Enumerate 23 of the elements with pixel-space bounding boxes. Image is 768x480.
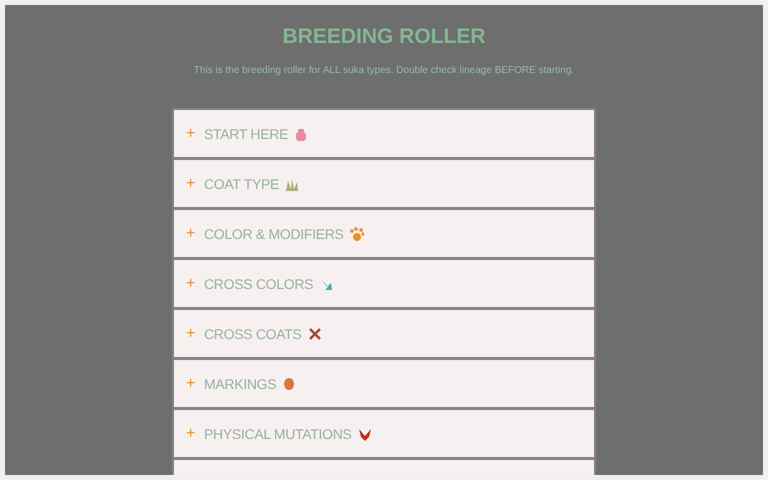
accordion-header[interactable]: + START HERE — [174, 110, 594, 157]
toggle-icon: + — [186, 324, 198, 342]
page-subtitle: This is the breeding roller for ALL suka types. Double check lineage BEFORE starting. — [194, 65, 574, 76]
accordion-header[interactable]: + CROSS COLORS — [174, 260, 594, 307]
section-label: CROSS COLORS — [204, 276, 314, 292]
accordion-header[interactable]: + MARKINGS — [174, 360, 594, 407]
section-label: COAT TYPE — [204, 176, 280, 192]
toggle-icon: + — [186, 274, 198, 292]
toggle-icon: + — [186, 424, 198, 442]
section-label: CROSS COATS — [204, 326, 302, 342]
accordion-header[interactable]: + COLOR & MODIFIERS — [174, 210, 594, 257]
accordion-header[interactable]: + CROSS COATS — [174, 310, 594, 357]
section-label: PHYSICAL MUTATIONS — [204, 426, 352, 442]
accordion-header[interactable]: + COAT TYPE — [174, 160, 594, 207]
toggle-icon: + — [186, 224, 198, 242]
section-label: START HERE — [204, 126, 288, 142]
section-label: MARKINGS — [204, 376, 276, 392]
toggle-icon: + — [186, 374, 198, 392]
accordion-header[interactable]: + PHYSICAL MUTATIONS — [174, 410, 594, 457]
section-label: COLOR & MODIFIERS — [204, 226, 344, 242]
page-title: BREEDING ROLLER — [282, 25, 486, 49]
toggle-icon: + — [186, 124, 198, 142]
toggle-icon: + — [186, 174, 198, 192]
